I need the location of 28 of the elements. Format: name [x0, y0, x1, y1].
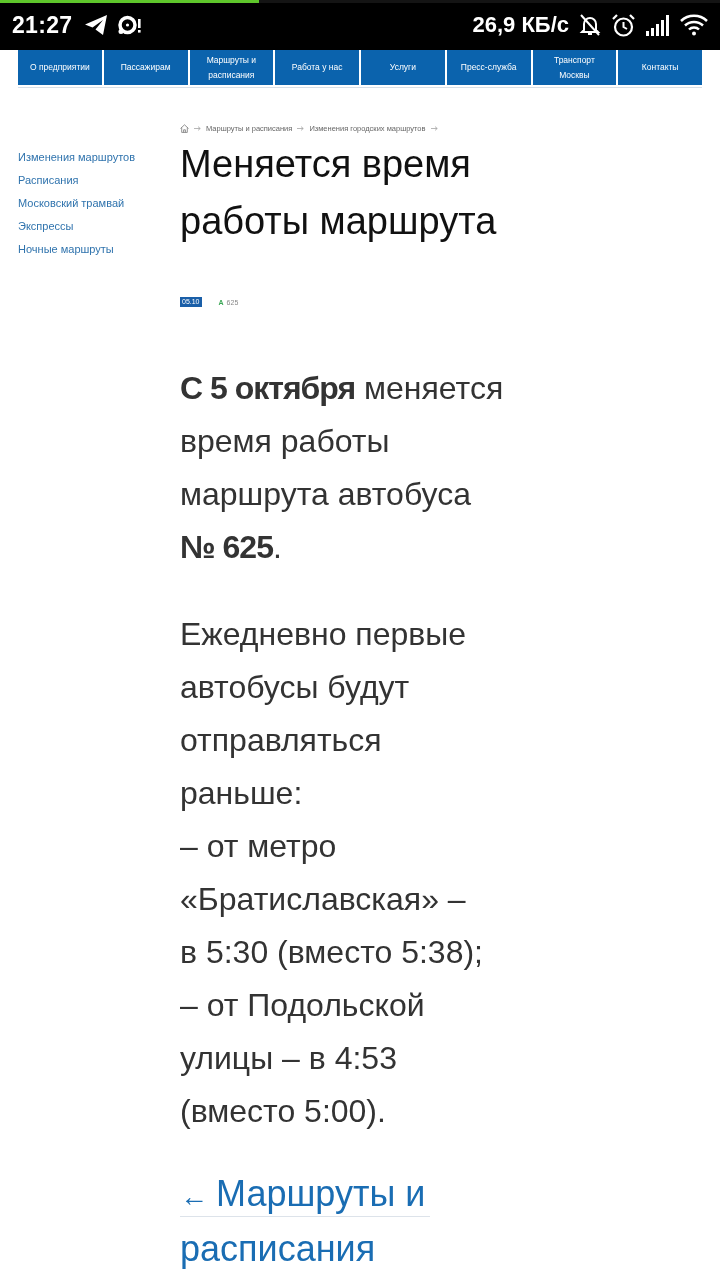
- nav-item[interactable]: О предприятии: [18, 50, 102, 85]
- alarm-clock-icon: [611, 12, 636, 38]
- status-time: 21:27: [12, 11, 73, 39]
- bell-off-icon: [578, 13, 602, 37]
- paper-plane-icon: [84, 14, 109, 36]
- sidebar-link[interactable]: Экспрессы: [18, 215, 74, 238]
- arrow-right-icon: [430, 125, 438, 131]
- sidebar-link[interactable]: Ночные маршруты: [18, 238, 114, 261]
- article-paragraph: Ежедневно первые автобусы будут отправляться раньше: – от метро «Братиславская» – в 5:30 (вместо 5:38); – от Подольской улицы – в 4:53 (вместо 5:00).: [180, 615, 484, 1131]
- nav-item[interactable]: Пассажирам: [103, 50, 188, 85]
- arrow-right-icon: [297, 125, 305, 131]
- sidebar-link[interactable]: Изменения маршрутов: [18, 146, 136, 169]
- article-title: Меняется время работы маршрута: [180, 142, 498, 244]
- home-icon[interactable]: [180, 123, 189, 133]
- nav-item[interactable]: Пресс-служба: [446, 50, 531, 85]
- signal-icon: [645, 14, 671, 36]
- arrow-right-icon: [194, 125, 201, 131]
- sidebar-link[interactable]: Расписания: [18, 169, 79, 192]
- nav-item[interactable]: Работа у нас: [275, 50, 359, 85]
- article-paragraph: С 5 октября меняется время работы маршрута автобуса № 625.: [180, 369, 505, 567]
- disc-alert-icon: [118, 14, 143, 36]
- nav-item[interactable]: Контакты: [618, 50, 702, 85]
- nav-item[interactable]: Услуги: [361, 50, 445, 85]
- network-speed: 26,9 КБ/с: [472, 12, 569, 38]
- nav-item[interactable]: Маршруты и расписания: [189, 50, 274, 85]
- wifi-icon: [680, 14, 708, 36]
- nav-item[interactable]: Транспорт Москвы: [532, 50, 617, 85]
- sidebar-link[interactable]: Московский трамвай: [18, 192, 125, 215]
